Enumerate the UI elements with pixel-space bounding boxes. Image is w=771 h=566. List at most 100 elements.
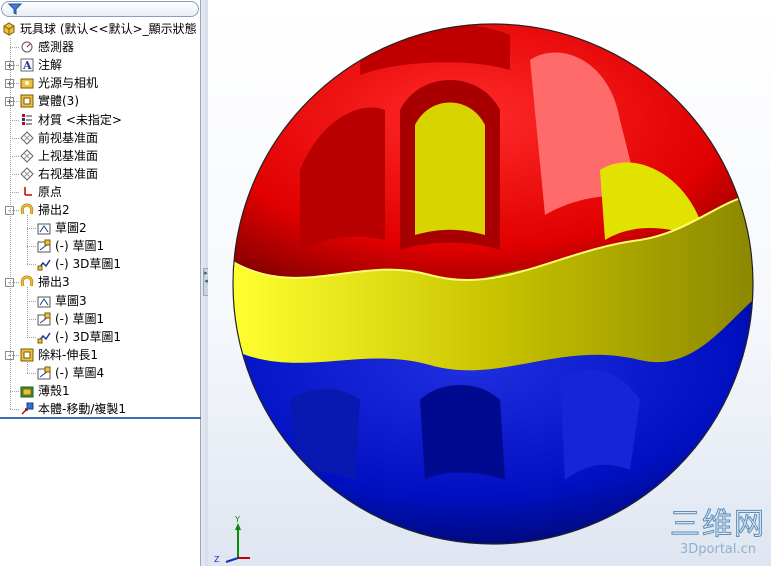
tree-item[interactable]: 上视基准面	[0, 147, 200, 165]
sketch-path-icon	[37, 366, 51, 380]
tree-item-label: (-) 3D草圖1	[55, 257, 122, 271]
tree-item-label: (-) 草圖1	[55, 239, 105, 253]
tree-item[interactable]: 本體-移動/複製1	[0, 400, 200, 418]
lights-camera-icon	[20, 78, 34, 89]
tree-guide-line	[27, 215, 28, 264]
sensor-icon	[21, 41, 33, 53]
tree-connector	[10, 47, 19, 48]
toy-ball-model	[232, 23, 754, 545]
tree-item[interactable]: + 實體(3)	[0, 92, 200, 110]
material-icon	[22, 114, 32, 125]
feature-tree: 玩具球 (默认<<默认>_顯示狀態 感測器 + A 注解 + 光源与相机 + 實體(3) 材質 <…	[0, 20, 201, 418]
tree-item-label: (-) 3D草圖1	[55, 330, 122, 344]
tree-item-label: 注解	[38, 58, 63, 72]
tree-connector	[10, 101, 19, 102]
tree-item[interactable]: + 光源与相机	[0, 74, 200, 92]
tree-item-label: 實體(3)	[38, 94, 79, 108]
sketch-3d-icon	[37, 259, 51, 271]
tree-item[interactable]: - 掃出2	[0, 201, 200, 219]
tree-item-label: 本體-移動/複製1	[38, 402, 127, 416]
tree-item[interactable]: 草圖3	[0, 292, 200, 310]
axis-triad: Y Z	[214, 515, 250, 564]
sketch-3d-icon	[37, 332, 51, 344]
tree-item-label: 草圖3	[55, 294, 87, 308]
tree-item-label: 草圖2	[55, 221, 87, 235]
feature-manager-pane: 玩具球 (默认<<默认>_顯示狀態 感測器 + A 注解 + 光源与相机 + 實體(3) 材質 <…	[0, 0, 201, 566]
tree-guide-line	[10, 38, 11, 409]
tree-item-label: (-) 草圖1	[55, 312, 105, 326]
sketch-path-icon	[37, 312, 51, 326]
tree-item-label: 前视基准面	[38, 131, 99, 145]
tree-item[interactable]: 感測器	[0, 38, 200, 56]
plane-icon	[20, 131, 34, 145]
tree-item[interactable]: (-) 草圖1	[0, 237, 200, 255]
tree-connector	[27, 264, 36, 265]
origin-icon	[24, 187, 32, 196]
tree-item[interactable]: + A 注解	[0, 56, 200, 74]
tree-item-label: 掃出2	[38, 203, 70, 217]
filter-bar[interactable]	[1, 1, 199, 17]
tree-connector	[27, 301, 36, 302]
tree-connector	[10, 156, 19, 157]
tree-connector	[10, 355, 19, 356]
tree-connector	[27, 373, 36, 374]
annotation-icon: A	[20, 58, 34, 72]
tree-item[interactable]: - 掃出3	[0, 273, 200, 291]
watermark-title: 三维网	[670, 507, 766, 542]
tree-item[interactable]: 玩具球 (默认<<默认>_顯示狀態	[0, 20, 200, 38]
tree-connector	[10, 282, 19, 283]
tree-connector	[10, 83, 19, 84]
sketch-icon	[37, 223, 51, 235]
tree-item-label: 掃出3	[38, 275, 70, 289]
tree-item-label: 右视基准面	[38, 167, 99, 181]
tree-item-label: 上视基准面	[38, 149, 99, 163]
tree-item[interactable]: 前视基准面	[0, 129, 200, 147]
tree-item-label: 材質 <未指定>	[38, 113, 122, 127]
tree-connector	[27, 246, 36, 247]
tree-guide-line	[27, 287, 28, 336]
tree-item[interactable]: 右视基准面	[0, 165, 200, 183]
tree-item-label: 原点	[38, 185, 63, 199]
tree-item-label: 感測器	[38, 40, 75, 54]
tree-connector	[10, 210, 19, 211]
tree-item-label: (-) 草圖4	[55, 366, 105, 380]
tree-item-label: 玩具球 (默认<<默认>_顯示狀態	[20, 22, 197, 36]
tree-connector	[10, 409, 19, 410]
plane-icon	[20, 149, 34, 163]
tree-connector	[27, 319, 36, 320]
tree-connector	[10, 174, 19, 175]
sketch-icon	[37, 296, 51, 308]
svg-text:A: A	[22, 59, 32, 72]
part-icon	[3, 22, 15, 36]
solid-bodies-icon	[20, 94, 34, 108]
tree-item[interactable]: (-) 草圖4	[0, 364, 200, 382]
tree-guide-line	[27, 360, 28, 373]
shell-icon	[20, 386, 34, 398]
tree-item[interactable]: - 除料-伸長1	[0, 346, 200, 364]
tree-connector	[10, 65, 19, 66]
watermark-url: 3Dportal.cn	[679, 542, 757, 557]
funnel-icon[interactable]	[8, 3, 22, 15]
tree-item[interactable]: 薄殼1	[0, 382, 200, 400]
axis-z-label: Z	[214, 555, 220, 564]
tree-connector	[10, 138, 19, 139]
sketch-path-icon	[37, 239, 51, 253]
move-copy-icon	[21, 402, 34, 415]
graphics-viewport[interactable]	[208, 0, 771, 566]
tree-item[interactable]: (-) 3D草圖1	[0, 255, 200, 273]
watermark: 三维网 3Dportal.cn	[668, 507, 768, 562]
tree-item[interactable]: 草圖2	[0, 219, 200, 237]
tree-connector	[10, 391, 19, 392]
tree-item[interactable]: (-) 3D草圖1	[0, 328, 200, 346]
tree-connector	[10, 192, 19, 193]
tree-connector	[10, 120, 19, 121]
plane-icon	[20, 167, 34, 181]
tree-connector	[27, 228, 36, 229]
tree-item[interactable]: 材質 <未指定>	[0, 111, 200, 129]
tree-item-label: 薄殼1	[38, 384, 70, 398]
tree-item[interactable]: 原点	[0, 183, 200, 201]
tree-item-label: 光源与相机	[38, 76, 99, 90]
axis-y-label: Y	[234, 515, 240, 524]
tree-connector	[27, 337, 36, 338]
tree-item[interactable]: (-) 草圖1	[0, 310, 200, 328]
